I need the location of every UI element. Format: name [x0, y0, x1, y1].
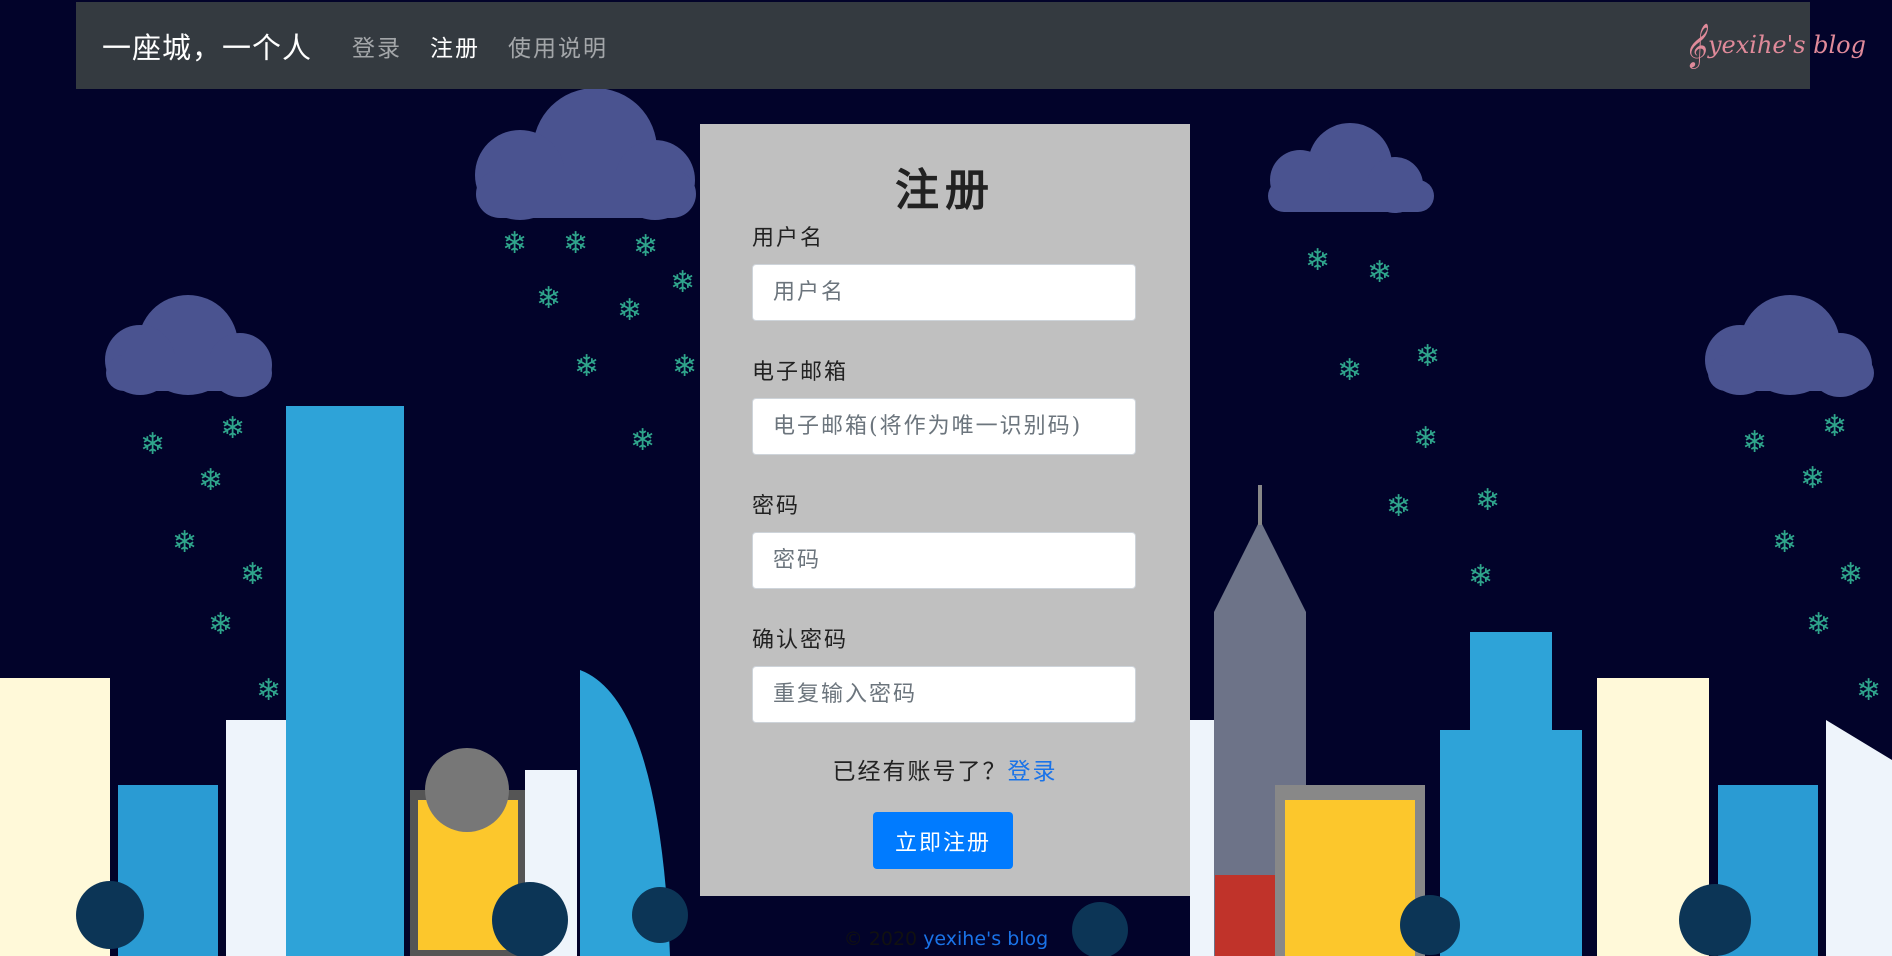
svg-text:❄: ❄	[1415, 339, 1440, 374]
svg-text:❄: ❄	[1822, 409, 1847, 444]
svg-text:❄: ❄	[220, 411, 245, 446]
svg-text:❄: ❄	[617, 293, 642, 328]
svg-text:❄: ❄	[172, 525, 197, 560]
footer: © 2020 yexihe's blog	[0, 928, 1892, 950]
svg-text:❄: ❄	[630, 423, 655, 458]
svg-text:❄: ❄	[672, 349, 697, 384]
svg-text:❄: ❄	[256, 673, 281, 708]
svg-text:❄: ❄	[574, 349, 599, 384]
username-group: 用户名	[752, 220, 1136, 321]
blog-logo-text: yexihe's blog	[1707, 31, 1866, 59]
svg-text:❄: ❄	[1800, 461, 1825, 496]
username-label: 用户名	[752, 226, 825, 251]
blog-logo[interactable]: 𝄞 yexihe's blog	[1684, 20, 1867, 70]
register-submit-button[interactable]: 立即注册	[873, 812, 1013, 869]
treble-clef-icon: 𝄞	[1683, 22, 1706, 67]
svg-text:❄: ❄	[1772, 525, 1797, 560]
confirm-password-label: 确认密码	[752, 628, 849, 653]
svg-text:❄: ❄	[1386, 489, 1411, 524]
svg-text:❄: ❄	[1305, 243, 1330, 278]
footer-blog-link[interactable]: yexihe's blog	[923, 928, 1048, 950]
login-prompt: 已经有账号了？登录	[700, 752, 1190, 786]
email-group: 电子邮箱	[752, 354, 1136, 455]
nav-register[interactable]: 注册	[430, 29, 480, 63]
svg-text:❄: ❄	[536, 281, 561, 316]
login-prompt-text: 已经有账号了？	[832, 759, 1008, 785]
svg-text:❄: ❄	[1806, 607, 1831, 642]
confirm-password-input[interactable]	[752, 666, 1136, 723]
svg-text:❄: ❄	[502, 226, 527, 261]
svg-text:❄: ❄	[1475, 483, 1500, 518]
password-group: 密码	[752, 488, 1136, 589]
confirm-password-group: 确认密码	[752, 622, 1136, 723]
svg-text:❄: ❄	[140, 427, 165, 462]
nav-instructions[interactable]: 使用说明	[508, 29, 608, 63]
svg-text:❄: ❄	[1742, 425, 1767, 460]
svg-text:❄: ❄	[240, 557, 265, 592]
svg-text:❄: ❄	[1413, 421, 1438, 456]
email-input[interactable]	[752, 398, 1136, 455]
register-form: 注册 用户名 电子邮箱 密码 确认密码 已经有账号了？登录 立即注册	[700, 124, 1190, 896]
form-title: 注册	[895, 165, 995, 216]
email-label: 电子邮箱	[752, 360, 849, 385]
svg-text:❄: ❄	[1838, 557, 1863, 592]
svg-text:❄: ❄	[1468, 559, 1493, 594]
login-link[interactable]: 登录	[1008, 759, 1058, 785]
password-input[interactable]	[752, 532, 1136, 589]
svg-text:❄: ❄	[208, 607, 233, 642]
svg-text:❄: ❄	[563, 226, 588, 261]
svg-text:❄: ❄	[670, 265, 695, 300]
svg-text:❄: ❄	[1856, 673, 1881, 708]
svg-text:❄: ❄	[198, 463, 223, 498]
svg-text:❄: ❄	[633, 229, 658, 264]
svg-text:❄: ❄	[1337, 353, 1362, 388]
navbar: 一座城，一个人 登录 注册 使用说明 𝄞 yexihe's blog	[76, 2, 1866, 89]
site-brand[interactable]: 一座城，一个人	[102, 25, 312, 67]
svg-text:❄: ❄	[1367, 255, 1392, 290]
password-label: 密码	[752, 494, 801, 519]
nav-login[interactable]: 登录	[352, 29, 402, 63]
copyright-text: © 2020	[843, 928, 924, 950]
username-input[interactable]	[752, 264, 1136, 321]
